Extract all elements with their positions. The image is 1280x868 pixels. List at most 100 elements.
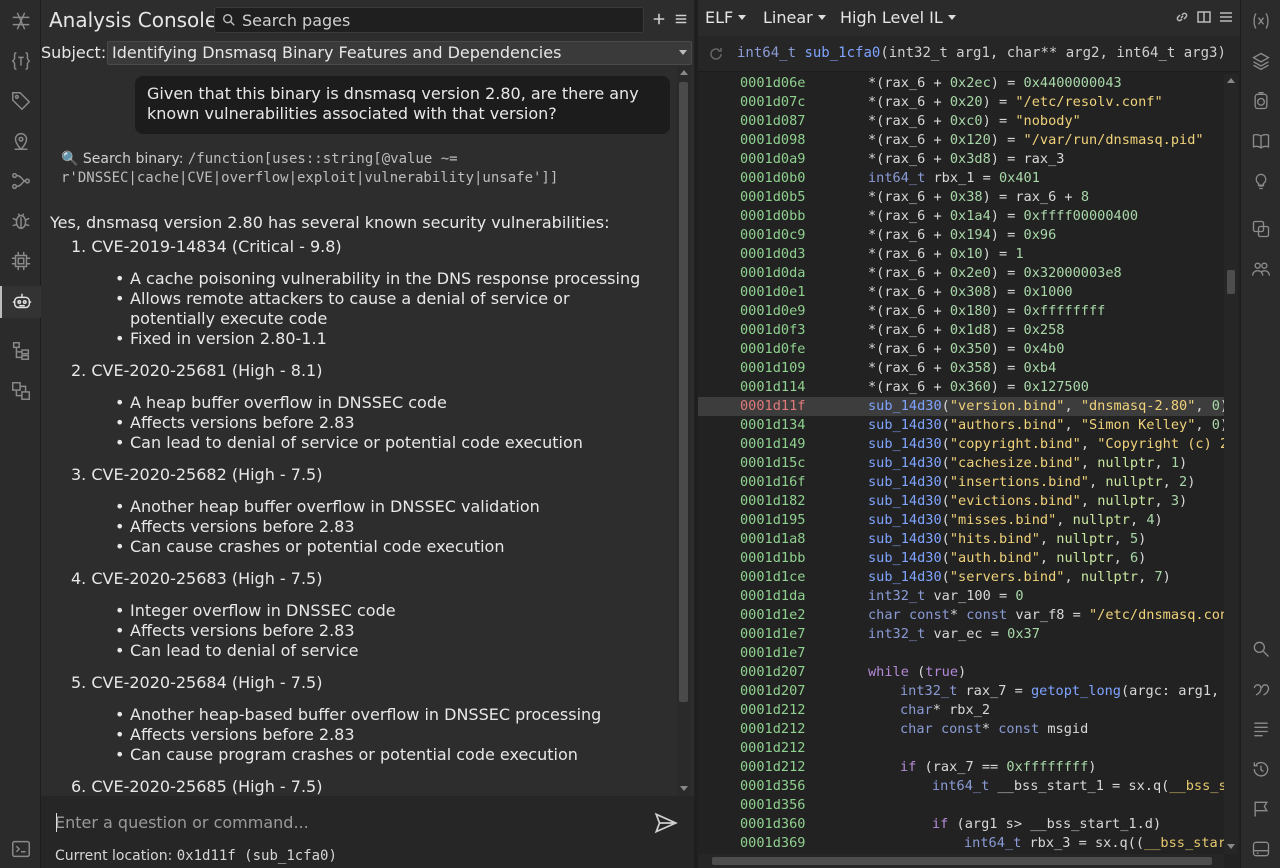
code-line[interactable]: 0001d0bb *(rax_6 + 0x1a4) = 0xffff0000040… <box>698 207 1224 226</box>
line-address[interactable]: 0001d0d3 <box>740 245 805 264</box>
tags-icon[interactable] <box>8 88 34 114</box>
graph-icon[interactable] <box>8 168 34 194</box>
line-code[interactable]: *(rax_6 + 0x308) = 0x1000 <box>868 283 1073 302</box>
diff-icon[interactable] <box>8 378 34 404</box>
code-hscroll-thumb[interactable] <box>712 857 1212 865</box>
code-line[interactable]: 0001d212 <box>698 739 1224 758</box>
layers-icon[interactable] <box>1250 50 1272 72</box>
code-line[interactable]: 0001d0c9 *(rax_6 + 0x194) = 0x96 <box>698 226 1224 245</box>
line-address[interactable]: 0001d06e <box>740 74 805 93</box>
line-address[interactable]: 0001d109 <box>740 359 805 378</box>
code-line[interactable]: 0001d1e2 char const* const var_f8 = "/etc… <box>698 606 1224 625</box>
subject-select[interactable]: Identifying Dnsmasq Binary Features and … <box>107 41 692 65</box>
flag-comment-icon[interactable] <box>1250 798 1272 820</box>
line-address[interactable]: 0001d0e1 <box>740 283 805 302</box>
line-address[interactable]: 0001d212 <box>740 720 805 739</box>
line-address[interactable]: 0001d098 <box>740 131 805 150</box>
search-input[interactable] <box>242 10 622 30</box>
line-code[interactable]: sub_14d30("insertions.bind", nullptr, 2) <box>868 473 1195 492</box>
line-code[interactable]: *(rax_6 + 0x10) = 1 <box>868 245 1024 264</box>
send-button[interactable] <box>653 810 683 836</box>
line-address[interactable]: 0001d1bb <box>740 549 805 568</box>
line-code[interactable]: *(rax_6 + 0x1d8) = 0x258 <box>868 321 1064 340</box>
code-line[interactable]: 0001d0e9 *(rax_6 + 0x180) = 0xffffffff <box>698 302 1224 321</box>
code-line[interactable]: 0001d360 if (arg1 s> __bss_start_1.d) <box>698 815 1224 834</box>
line-code[interactable]: *(rax_6 + 0x194) = 0x96 <box>868 226 1056 245</box>
stopwatch-icon[interactable] <box>1250 90 1272 112</box>
variables-icon[interactable] <box>1250 10 1272 32</box>
types-icon[interactable] <box>8 48 34 74</box>
bug-icon[interactable] <box>8 208 34 234</box>
line-code[interactable]: *(rax_6 + 0x350) = 0x4b0 <box>868 340 1064 359</box>
line-code[interactable]: sub_14d30("hits.bind", nullptr, 5) <box>868 530 1146 549</box>
code-line[interactable]: 0001d0d3 *(rax_6 + 0x10) = 1 <box>698 245 1224 264</box>
scroll-down-icon[interactable] <box>680 786 688 791</box>
line-code[interactable]: int64_t rbx_1 = 0x401 <box>868 169 1040 188</box>
line-code[interactable]: int32_t rax_7 = getopt_long(argc: arg1, … <box>900 682 1224 701</box>
line-address[interactable]: 0001d207 <box>740 682 805 701</box>
chip-icon[interactable] <box>8 248 34 274</box>
format-dropdown[interactable]: ELF <box>705 8 747 27</box>
code-line[interactable]: 0001d0b0 int64_t rbx_1 = 0x401 <box>698 169 1224 188</box>
link-icon[interactable] <box>1174 9 1192 27</box>
line-address[interactable]: 0001d087 <box>740 112 805 131</box>
line-address[interactable]: 0001d212 <box>740 739 805 758</box>
line-code[interactable]: *(rax_6 + 0x2e0) = 0x32000003e8 <box>868 264 1122 283</box>
code-line[interactable]: 0001d0a9 *(rax_6 + 0x3d8) = rax_3 <box>698 150 1224 169</box>
line-address[interactable]: 0001d356 <box>740 777 805 796</box>
line-code[interactable]: char const* const msgid <box>900 720 1088 739</box>
line-code[interactable]: if (rax_7 == 0xffffffff) <box>900 758 1096 777</box>
code-line[interactable]: 0001d369 int64_t rbx_3 = sx.q((__bss_star… <box>698 834 1224 853</box>
line-address[interactable]: 0001d114 <box>740 378 805 397</box>
book-icon[interactable] <box>1250 130 1272 152</box>
line-code[interactable]: sub_14d30("authors.bind", "Simon Kelley"… <box>868 416 1224 435</box>
scroll-up-icon[interactable] <box>1227 78 1235 83</box>
hierarchy-icon[interactable] <box>8 338 34 364</box>
code-line[interactable]: 0001d207 while (true) <box>698 663 1224 682</box>
code-line[interactable]: 0001d134 sub_14d30("authors.bind", "Simon… <box>698 416 1224 435</box>
code-line[interactable]: 0001d149 sub_14d30("copyright.bind", "Cop… <box>698 435 1224 454</box>
line-address[interactable]: 0001d0b5 <box>740 188 805 207</box>
line-code[interactable]: if (arg1 s> __bss_start_1.d) <box>932 815 1161 834</box>
code-line[interactable]: 0001d07c *(rax_6 + 0x20) = "/etc/resolv.c… <box>698 93 1224 112</box>
copy-icon[interactable] <box>1250 218 1272 240</box>
code-horizontal-scrollbar[interactable] <box>698 854 1224 868</box>
line-address[interactable]: 0001d360 <box>740 815 805 834</box>
code-line[interactable]: 0001d1bb sub_14d30("auth.bind", nullptr, … <box>698 549 1224 568</box>
code-line[interactable]: 0001d098 *(rax_6 + 0x120) = "/var/run/dns… <box>698 131 1224 150</box>
line-address[interactable]: 0001d16f <box>740 473 805 492</box>
code-line[interactable]: 0001d1e7 <box>698 644 1224 663</box>
line-address[interactable]: 0001d212 <box>740 701 805 720</box>
line-address[interactable]: 0001d1ce <box>740 568 805 587</box>
code-vscroll-thumb[interactable] <box>1227 270 1235 294</box>
il-dropdown[interactable]: High Level IL <box>840 8 956 27</box>
users-icon[interactable] <box>1250 258 1272 280</box>
line-code[interactable]: *(rax_6 + 0x180) = 0xffffffff <box>868 302 1105 321</box>
line-address[interactable]: 0001d149 <box>740 435 805 454</box>
text-lines-icon[interactable] <box>1250 718 1272 740</box>
line-address[interactable]: 0001d1da <box>740 587 805 606</box>
line-code[interactable]: *(rax_6 + 0x120) = "/var/run/dnsmasq.pid… <box>868 131 1204 150</box>
code-line[interactable]: 0001d0f3 *(rax_6 + 0x1d8) = 0x258 <box>698 321 1224 340</box>
line-address[interactable]: 0001d195 <box>740 511 805 530</box>
refresh-icon[interactable] <box>708 46 724 62</box>
panel-menu-button[interactable] <box>671 9 691 29</box>
line-code[interactable]: *(rax_6 + 0x20) = "/etc/resolv.conf" <box>868 93 1163 112</box>
location-pin-icon[interactable] <box>8 128 34 154</box>
line-code[interactable]: int64_t rbx_3 = sx.q((__bss_start <box>964 834 1224 853</box>
line-address[interactable]: 0001d0bb <box>740 207 805 226</box>
code-line[interactable]: 0001d1e7 int32_t var_ec = 0x37 <box>698 625 1224 644</box>
line-code[interactable]: *(rax_6 + 0x3d8) = rax_3 <box>868 150 1064 169</box>
view-menu-icon[interactable] <box>1218 9 1236 27</box>
line-code[interactable]: sub_14d30("version.bind", "dnsmasq-2.80"… <box>868 397 1224 416</box>
code-line[interactable]: 0001d356 int64_t __bss_start_1 = sx.q(__b… <box>698 777 1224 796</box>
command-input[interactable] <box>55 810 635 834</box>
line-address[interactable]: 0001d1e7 <box>740 625 805 644</box>
code-line[interactable]: 0001d114 *(rax_6 + 0x360) = 0x127500 <box>698 378 1224 397</box>
quote-icon[interactable] <box>1250 678 1272 700</box>
line-code[interactable]: int32_t var_ec = 0x37 <box>868 625 1040 644</box>
line-code[interactable]: while (true) <box>868 663 966 682</box>
line-code[interactable]: sub_14d30("evictions.bind", nullptr, 3) <box>868 492 1187 511</box>
code-line[interactable]: 0001d207 int32_t rax_7 = getopt_long(argc… <box>698 682 1224 701</box>
terminal-icon[interactable] <box>8 836 34 862</box>
